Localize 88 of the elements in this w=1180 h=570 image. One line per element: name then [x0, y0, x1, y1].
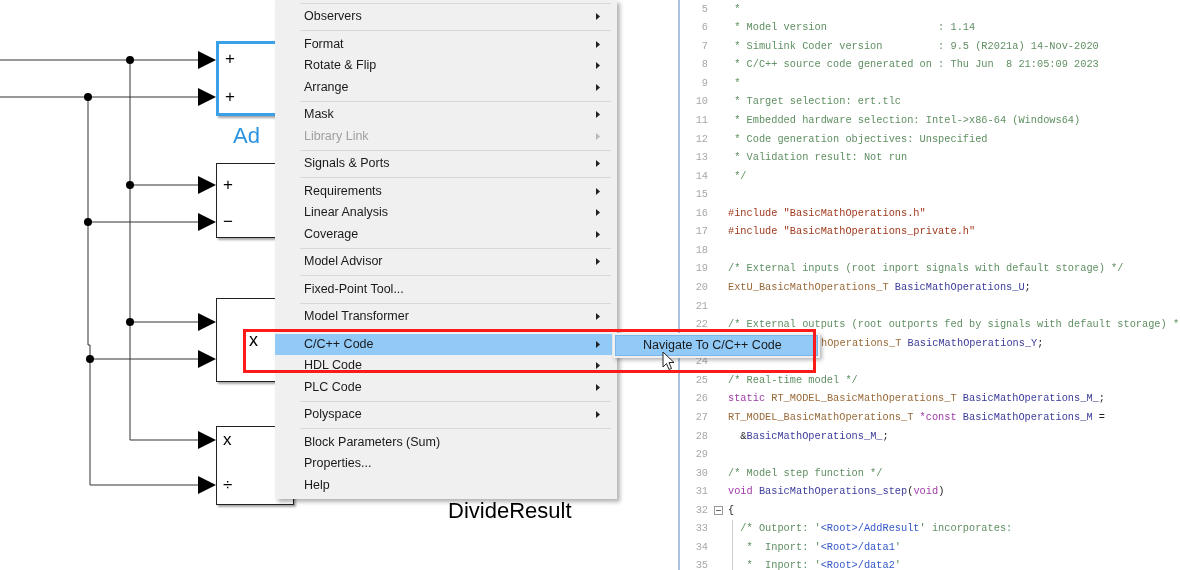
line-number: 5 — [701, 2, 708, 15]
code-line: RT_MODEL_BasicMathOperations_T *const BasicMathOperations_M = — [728, 409, 1105, 425]
submenu-arrow-icon — [596, 13, 600, 21]
line-number: 35 — [695, 559, 708, 570]
menu-item[interactable]: Navigate To C/C++ Code — [615, 335, 818, 356]
cursor-icon — [662, 351, 675, 371]
line-number: 18 — [695, 243, 708, 256]
line-number: 9 — [701, 76, 708, 89]
submenu-arrow-icon — [596, 258, 600, 266]
block-label: DivideResult — [448, 500, 572, 522]
code-line: * — [733, 75, 741, 91]
code-line: * Code generation objectives: Unspecified — [733, 131, 988, 147]
code-line: { — [728, 502, 735, 518]
line-number: 6 — [701, 21, 708, 34]
line-number: 25 — [695, 373, 708, 386]
code-line: #include "BasicMathOperations_private.h" — [728, 224, 976, 240]
menu-item[interactable]: C/C++ Code — [275, 333, 612, 355]
code-line: * Model version : 1.14 — [733, 20, 976, 36]
code-line: * Simulink Coder version : 9.5 (R2021a) 14-Nov-2020 — [733, 38, 1099, 54]
line-number: 33 — [695, 522, 708, 535]
line-number: 17 — [695, 225, 708, 238]
submenu-arrow-icon — [596, 313, 600, 321]
submenu-arrow-icon — [596, 40, 600, 48]
line-number: 32 — [695, 503, 708, 516]
submenu-arrow-icon — [596, 160, 600, 168]
submenu-arrow-icon — [596, 83, 600, 91]
code-line: * Validation result: Not run — [733, 150, 908, 166]
code-line: #include "BasicMathOperations.h" — [728, 205, 926, 221]
submenu-arrow-icon — [596, 230, 600, 238]
line-number: 20 — [695, 281, 708, 293]
submenu-arrow-icon — [596, 187, 600, 195]
port-sign: + — [225, 88, 235, 105]
submenu-arrow-icon — [596, 132, 600, 140]
line-number: 12 — [695, 132, 708, 145]
line-number: 30 — [695, 466, 708, 479]
line-number: 7 — [701, 39, 708, 52]
submenu-arrow-icon — [596, 383, 600, 391]
submenu-arrow-icon — [596, 411, 600, 419]
port-sign: − — [223, 213, 233, 230]
line-number: 34 — [695, 540, 708, 553]
port-sign: + — [225, 50, 235, 67]
code-line: * Inport: '<Root>/data2' — [745, 558, 902, 570]
line-number: 29 — [695, 448, 708, 461]
code-line: void BasicMathOperations_step(void) — [728, 484, 945, 500]
line-number: 28 — [695, 429, 708, 442]
submenu-arrow-icon — [596, 340, 600, 348]
code-line: /* Real-time model */ — [728, 372, 858, 388]
submenu-arrow-icon — [596, 362, 600, 370]
block-symbol: x — [249, 331, 258, 349]
submenu-arrow-icon — [596, 111, 600, 119]
code-line: static RT_MODEL_BasicMathOperations_T BasicMathOperations_M_; — [728, 391, 1105, 407]
line-number: 19 — [695, 262, 708, 275]
line-number: 27 — [695, 410, 708, 423]
submenu-arrow-icon — [596, 209, 600, 217]
code-line: /* Outport: '<Root>/AddResult' incorporates: — [739, 521, 1013, 537]
collapse-icon[interactable] — [713, 505, 723, 515]
line-number: 8 — [701, 58, 708, 71]
port-sign: + — [223, 176, 233, 193]
line-number: 21 — [695, 299, 708, 312]
line-number: 22 — [695, 318, 708, 331]
port-sign: x — [223, 431, 232, 448]
menu-item[interactable]: Polyspace — [275, 404, 612, 426]
line-number: 11 — [695, 113, 708, 126]
code-line: ExtU_BasicMathOperations_T BasicMathOperations_U; — [728, 280, 1031, 295]
port-sign: ÷ — [223, 476, 233, 493]
menu-item[interactable]: Model Advisor — [275, 251, 612, 273]
code-line: */ — [733, 168, 747, 184]
line-number: 26 — [695, 392, 708, 405]
code-line: * — [733, 1, 741, 17]
line-number: 31 — [695, 485, 708, 498]
code-line: /* Model step function */ — [728, 465, 883, 481]
menu-item[interactable]: Fixed-Point Tool... — [275, 278, 612, 300]
block-label: Ad — [233, 125, 260, 147]
line-number: 13 — [695, 151, 708, 164]
code-line: * Target selection: ert.tlc — [733, 94, 902, 110]
line-number: 14 — [695, 169, 708, 182]
code-line: hOperations_T BasicMathOperations_Y; — [821, 335, 1044, 351]
code-line: * C/C++ source code generated on : Thu Jun 8 21:05:09 2023 — [733, 57, 1099, 73]
menu-item[interactable]: Observers — [275, 6, 612, 28]
code-line: * Embedded hardware selection: Intel->x86-64 (Windows64) — [733, 112, 1081, 128]
line-number: 10 — [695, 95, 708, 108]
line-number: 16 — [695, 206, 708, 219]
line-number: 15 — [695, 188, 708, 201]
submenu-arrow-icon — [596, 62, 600, 70]
code-line: &BasicMathOperations_M_; — [739, 428, 889, 444]
code-line: /* External inputs (root inport signals with default storage) */ — [728, 261, 1124, 277]
code-line: /* External outputs (root outports fed by signals with default storage) * — [728, 317, 1180, 333]
code-line: * Inport: '<Root>/data1' — [745, 539, 902, 555]
